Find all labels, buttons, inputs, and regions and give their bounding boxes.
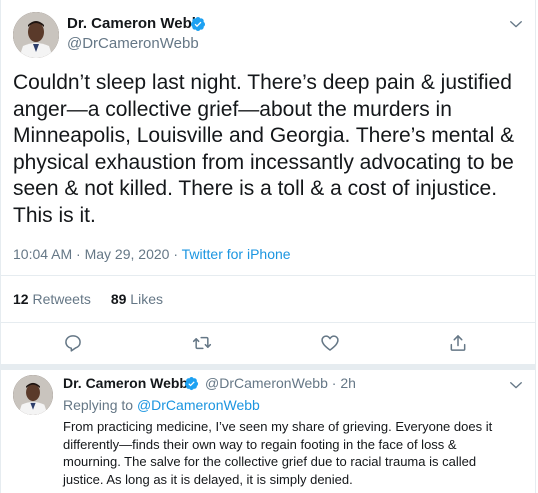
avatar[interactable] xyxy=(13,12,59,58)
replying-to-link[interactable]: @DrCameronWebb xyxy=(137,397,260,413)
chevron-down-icon[interactable] xyxy=(507,15,525,33)
tweet-stats: 12 Retweets 89 Likes xyxy=(13,291,163,307)
likes-stat[interactable]: 89 Likes xyxy=(111,291,163,307)
divider xyxy=(0,275,536,276)
likes-count: 89 xyxy=(110,291,127,307)
verified-badge-icon xyxy=(190,17,205,31)
retweets-label: Retweets xyxy=(32,291,91,307)
section-separator xyxy=(0,364,536,370)
replying-to: Replying to @DrCameronWebb xyxy=(63,397,260,413)
reply-author-name[interactable]: Dr. Cameron Webb xyxy=(63,375,188,391)
tweet-text: Couldn’t sleep last night. There’s deep … xyxy=(13,71,515,227)
avatar[interactable] xyxy=(13,375,53,415)
author-name[interactable]: Dr. Cameron Webb xyxy=(67,15,201,32)
retweets-stat[interactable]: 12 Retweets xyxy=(13,291,91,307)
author-handle[interactable]: @DrCameronWebb xyxy=(67,35,199,52)
reply-handle[interactable]: @DrCameronWebb xyxy=(205,375,328,391)
divider xyxy=(0,322,536,323)
tweet-timestamp[interactable]: 10:04 AM · May 29, 2020 · xyxy=(13,246,182,262)
reply-tweet-text: From practicing medicine, I’ve seen my s… xyxy=(63,419,493,487)
retweets-count: 12 xyxy=(13,291,29,307)
reply-icon[interactable] xyxy=(63,333,83,353)
chevron-down-icon[interactable] xyxy=(507,376,525,394)
reply-time[interactable]: · 2h xyxy=(332,375,356,391)
reply-author-handle: @DrCameronWebb · 2h xyxy=(205,375,356,391)
tweet-meta: 10:04 AM · May 29, 2020 · Twitter for iP… xyxy=(13,246,291,262)
share-icon[interactable] xyxy=(448,333,468,353)
likes-label: Likes xyxy=(130,291,163,307)
tweet-source[interactable]: Twitter for iPhone xyxy=(182,246,291,262)
like-icon[interactable] xyxy=(320,333,340,353)
retweet-icon[interactable] xyxy=(192,333,212,353)
replying-to-label: Replying to xyxy=(63,397,137,413)
verified-badge-icon xyxy=(184,376,199,391)
